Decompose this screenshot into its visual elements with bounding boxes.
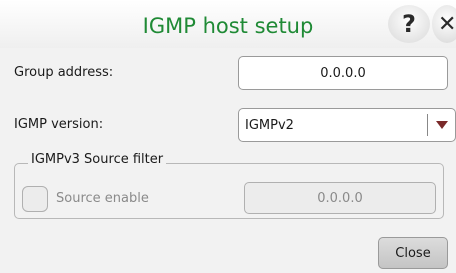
group-address-label: Group address: [14,65,114,80]
close-button[interactable]: Close [378,237,448,269]
help-icon[interactable]: ? [388,5,430,43]
source-filter-legend: IGMPv3 Source filter [28,152,167,167]
igmp-version-label: IGMP version: [14,117,104,132]
source-address-field[interactable]: 0.0.0.0 [244,182,436,214]
source-enable-label: Source enable [56,191,149,206]
igmp-version-value: IGMPv2 [245,117,294,133]
group-address-field[interactable]: 0.0.0.0 [238,56,448,90]
source-enable-checkbox[interactable] [22,186,48,212]
igmp-version-select[interactable]: IGMPv2 [238,108,456,142]
select-divider [427,114,428,136]
chevron-down-icon [436,121,448,129]
close-icon[interactable]: ✕ [432,5,456,43]
